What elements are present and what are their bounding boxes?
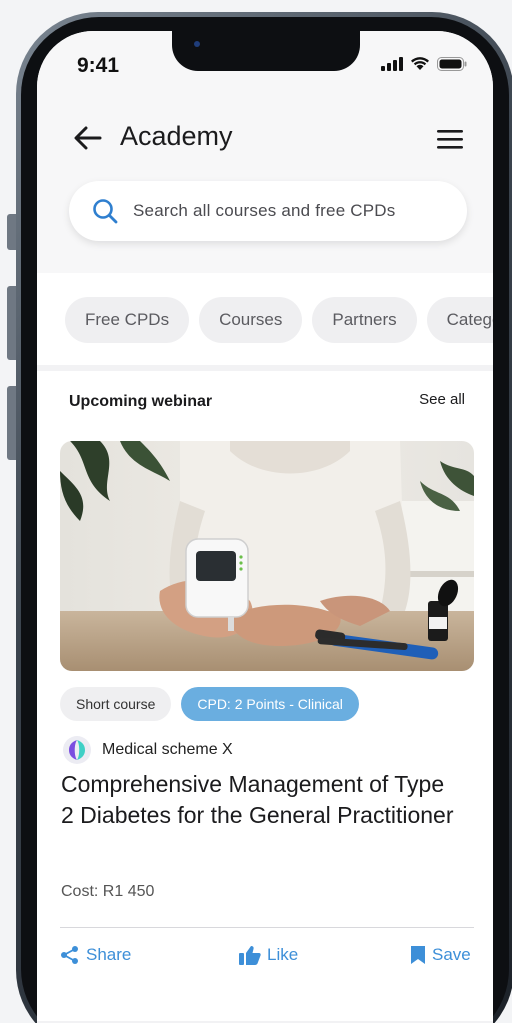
glucose-meter-photo [60, 441, 474, 671]
chip-track: Free CPDs Courses Partners Categories [65, 297, 493, 343]
tag-cpd-points: CPD: 2 Points - Clinical [181, 687, 359, 721]
chip-free-cpds[interactable]: Free CPDs [65, 297, 190, 343]
app-header: Academy [37, 97, 493, 273]
stage: 9:41 Academy Search all courses and free… [0, 0, 512, 1023]
webinar-image[interactable] [60, 441, 474, 671]
notch [172, 31, 360, 71]
upcoming-webinar-section: Upcoming webinar See all Short course CP… [37, 371, 493, 1023]
chip-partners[interactable]: Partners [312, 297, 417, 343]
back-button[interactable] [71, 121, 105, 155]
status-icons [381, 56, 467, 71]
search-bar[interactable] [69, 181, 467, 241]
provider-name: Medical scheme X [102, 741, 233, 758]
course-title[interactable]: Comprehensive Management of Type 2 Diabe… [61, 769, 461, 831]
volume-down-button [7, 386, 16, 460]
menu-button[interactable] [435, 127, 465, 151]
like-button[interactable]: Like [239, 945, 298, 965]
camera-dot [194, 41, 200, 47]
status-time: 9:41 [77, 54, 120, 77]
chip-categories[interactable]: Categories [426, 297, 493, 343]
save-label: Save [432, 945, 471, 964]
provider: Medical scheme X [62, 735, 233, 765]
page-title: Academy [120, 121, 233, 151]
card-actions: Share Like Save [60, 945, 474, 975]
silent-switch [7, 214, 16, 250]
course-tags: Short course CPD: 2 Points - Clinical [60, 687, 359, 721]
save-button[interactable]: Save [410, 945, 471, 965]
cellular-signal-icon [381, 57, 403, 71]
search-input[interactable] [131, 200, 455, 222]
see-all-link[interactable]: See all [419, 391, 465, 408]
provider-logo-icon [63, 736, 91, 764]
like-label: Like [267, 945, 299, 964]
wifi-icon [411, 57, 429, 70]
share-icon [61, 946, 78, 964]
thumbs-up-icon [239, 946, 261, 965]
filter-chips-row: Free CPDs Courses Partners Categories [37, 273, 493, 371]
section-title: Upcoming webinar [69, 393, 213, 410]
arrow-left-icon [74, 126, 102, 150]
tag-short-course: Short course [60, 687, 172, 721]
share-label: Share [86, 945, 132, 964]
chip-courses[interactable]: Courses [199, 297, 303, 343]
hamburger-menu-icon [437, 130, 463, 149]
card-divider [60, 927, 474, 928]
share-button[interactable]: Share [60, 945, 131, 965]
phone-screen: 9:41 Academy Search all courses and free… [37, 31, 493, 1023]
battery-icon [437, 57, 467, 71]
course-cost: Cost: R1 450 [61, 883, 155, 900]
bookmark-icon [411, 946, 425, 964]
volume-up-button [7, 286, 16, 360]
search-icon [93, 199, 118, 224]
